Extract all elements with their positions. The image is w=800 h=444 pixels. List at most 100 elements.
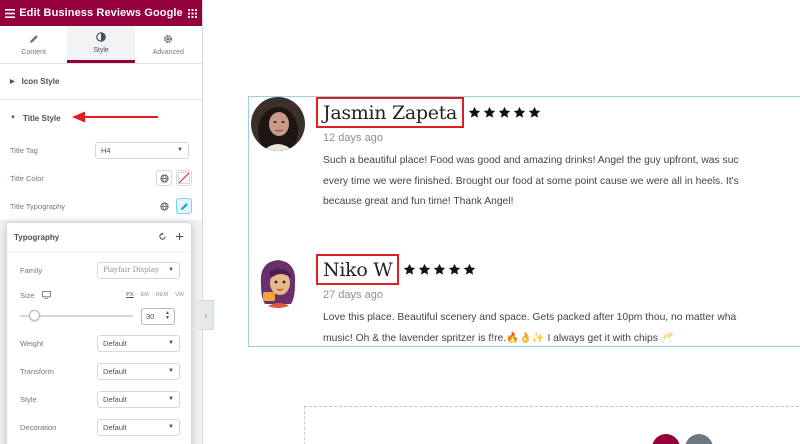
chevron-down-icon: ▼ bbox=[168, 368, 174, 374]
caret-down-icon: ▼ bbox=[10, 115, 16, 121]
text-decoration-value: Default bbox=[103, 422, 127, 432]
tab-advanced-label: Advanced bbox=[152, 48, 184, 56]
font-style-select[interactable]: Default ▼ bbox=[97, 390, 180, 408]
typography-popover-header: Typography bbox=[7, 223, 191, 253]
font-size-label: Size bbox=[20, 290, 35, 300]
tab-advanced[interactable]: Advanced bbox=[135, 26, 202, 63]
caret-right-icon: ▶ bbox=[10, 79, 15, 85]
review-text-line: Love this place. Beautiful scenery and s… bbox=[323, 312, 737, 323]
contrast-icon bbox=[96, 32, 106, 44]
reviewer-avatar bbox=[251, 97, 305, 151]
text-decoration-select[interactable]: Default ▼ bbox=[97, 418, 180, 436]
star-icon bbox=[419, 263, 431, 275]
review-text: Love this place. Beautiful scenery and s… bbox=[323, 308, 800, 349]
review-text: Such a beautiful place! Food was good an… bbox=[323, 151, 800, 213]
tab-style[interactable]: Style bbox=[67, 26, 135, 63]
color-picker-button[interactable] bbox=[176, 170, 192, 186]
text-decoration-control: Decoration Default ▼ bbox=[7, 413, 191, 441]
typography-popover: Typography Family Playfair Display ▼ Siz… bbox=[6, 222, 192, 444]
section-icon-style[interactable]: ▶ Icon Style bbox=[0, 64, 202, 100]
font-weight-label: Weight bbox=[20, 338, 44, 348]
global-typography-button[interactable] bbox=[156, 198, 172, 214]
global-colors-button[interactable] bbox=[156, 170, 172, 186]
edit-typography-button[interactable] bbox=[176, 198, 192, 214]
tab-style-label: Style bbox=[93, 47, 109, 54]
font-size-slider-handle[interactable] bbox=[29, 310, 40, 321]
unit-vw[interactable]: VW bbox=[175, 292, 184, 298]
title-tag-label: Title Tag bbox=[10, 145, 38, 155]
chevron-down-icon: ▼ bbox=[168, 340, 174, 346]
star-icon bbox=[498, 106, 511, 118]
star-icon bbox=[404, 263, 416, 275]
unit-em[interactable]: EM bbox=[141, 292, 149, 298]
font-size-input[interactable]: 30 ▲ ▼ bbox=[141, 307, 175, 325]
title-color-label: Title Color bbox=[10, 173, 44, 183]
editor-topbar: Edit Business Reviews Google bbox=[0, 0, 202, 26]
font-style-label: Style bbox=[20, 394, 37, 404]
star-rating bbox=[403, 263, 476, 276]
collapse-panel-button[interactable]: ‹ bbox=[199, 300, 214, 330]
star-icon bbox=[468, 106, 481, 118]
star-rating bbox=[468, 106, 541, 119]
tab-content-label: Content bbox=[21, 48, 46, 56]
star-icon bbox=[513, 106, 526, 118]
title-tag-control: Title Tag H4 ▼ bbox=[0, 136, 202, 164]
size-units: PX EM REM VW bbox=[126, 292, 184, 298]
unit-px[interactable]: PX bbox=[126, 292, 133, 298]
reviewer-header: Niko W bbox=[316, 254, 476, 285]
chevron-down-icon: ▼ bbox=[168, 396, 174, 402]
review-date: 27 days ago bbox=[323, 289, 383, 301]
editor-tabs: Content Style Advanced bbox=[0, 26, 202, 64]
hamburger-menu-icon[interactable] bbox=[0, 8, 19, 18]
empty-section-placeholder bbox=[304, 406, 800, 444]
star-icon bbox=[434, 263, 446, 275]
tab-content[interactable]: Content bbox=[0, 26, 67, 63]
font-weight-value: Default bbox=[103, 338, 127, 348]
font-weight-select[interactable]: Default ▼ bbox=[97, 334, 180, 352]
reviewer-avatar bbox=[251, 254, 305, 308]
chevron-down-icon: ▼ bbox=[168, 267, 174, 273]
responsive-desktop-icon[interactable] bbox=[41, 291, 51, 299]
chevron-left-icon: ‹ bbox=[204, 310, 208, 320]
title-tag-select[interactable]: H4 ▼ bbox=[95, 141, 189, 159]
review-text-line: every time we were finished. Brought our… bbox=[323, 175, 739, 187]
font-size-slider[interactable] bbox=[20, 310, 133, 321]
font-size-slider-row: 30 ▲ ▼ bbox=[7, 306, 191, 326]
title-typography-control: Title Typography bbox=[0, 192, 202, 220]
font-weight-control: Weight Default ▼ bbox=[7, 329, 191, 357]
font-family-value: Playfair Display bbox=[103, 266, 159, 274]
chevron-down-icon: ▼ bbox=[177, 147, 183, 153]
globe-icon bbox=[159, 173, 169, 183]
text-decoration-label: Decoration bbox=[20, 422, 57, 432]
gear-icon bbox=[163, 34, 173, 46]
section-title-style-label: Title Style bbox=[22, 113, 61, 123]
reviewer-name[interactable]: Niko W bbox=[316, 254, 400, 285]
star-icon bbox=[483, 106, 496, 118]
title-color-control: Title Color bbox=[0, 164, 202, 192]
editor-title: Edit Business Reviews Google bbox=[19, 7, 183, 19]
font-size-control: Size PX EM REM VW bbox=[7, 284, 191, 306]
star-icon bbox=[449, 263, 461, 275]
chevron-down-icon: ▼ bbox=[168, 424, 174, 430]
widgets-grid-icon[interactable] bbox=[183, 8, 202, 18]
pencil-icon bbox=[29, 34, 39, 46]
text-transform-label: Transform bbox=[20, 366, 54, 376]
no-color-icon bbox=[178, 172, 190, 184]
text-transform-value: Default bbox=[103, 366, 127, 376]
star-icon bbox=[528, 106, 541, 118]
section-icon-style-label: Icon Style bbox=[21, 77, 60, 86]
font-family-control: Family Playfair Display ▼ bbox=[7, 256, 191, 284]
font-style-value: Default bbox=[103, 394, 127, 404]
text-transform-control: Transform Default ▼ bbox=[7, 357, 191, 385]
font-family-select[interactable]: Playfair Display ▼ bbox=[97, 261, 180, 279]
pencil-icon bbox=[180, 202, 188, 210]
title-typography-label: Title Typography bbox=[10, 201, 66, 211]
review-text-line: because great and fun time! Thank Angel! bbox=[323, 196, 514, 207]
reviewer-name[interactable]: Jasmin Zapeta bbox=[316, 97, 465, 128]
review-text-line: music! Oh & the lavender spritzer is f!r… bbox=[323, 332, 674, 344]
unit-rem[interactable]: REM bbox=[156, 292, 168, 298]
typography-popover-title: Typography bbox=[14, 233, 60, 242]
text-transform-select[interactable]: Default ▼ bbox=[97, 362, 180, 380]
reset-icon[interactable] bbox=[158, 231, 167, 244]
add-icon[interactable] bbox=[175, 232, 184, 244]
